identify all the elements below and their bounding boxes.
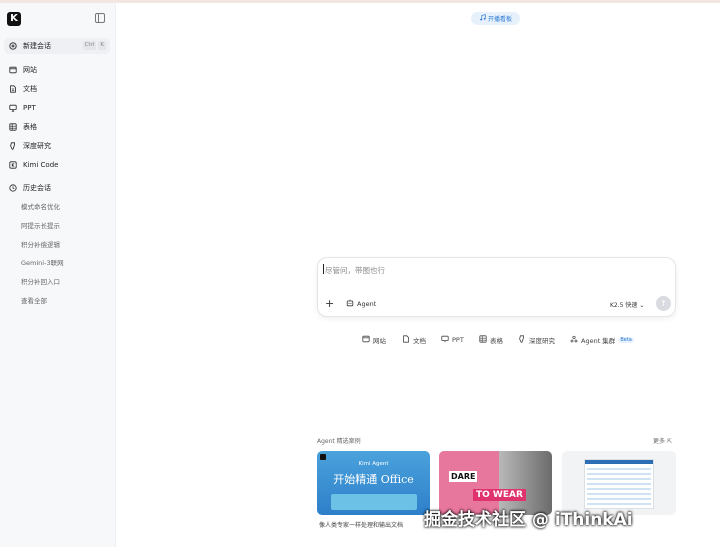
quick-action-label: Agent 集群 — [581, 337, 616, 345]
sidebar-item-table[interactable]: 表格 — [4, 119, 112, 135]
shortcut-key: K — [98, 41, 106, 50]
expand-icon: ⇱ — [666, 438, 672, 445]
sidebar-item-kimi-code[interactable]: Kimi Code — [4, 157, 112, 173]
sheet-row — [587, 483, 651, 485]
quick-action-label: 深度研究 — [529, 337, 555, 345]
document-icon — [8, 85, 17, 94]
agent-label: Agent — [357, 300, 377, 308]
case-card-office[interactable]: Kimi Agent 开始精通 Office — [317, 451, 430, 515]
quick-action-label: 表格 — [490, 337, 503, 345]
sidebar-item-label: 网站 — [23, 66, 37, 74]
sidebar-item-label: 深度研究 — [23, 142, 51, 150]
history-section-header[interactable]: 历史会话 — [4, 180, 112, 196]
table-icon — [8, 123, 17, 132]
research-icon — [518, 335, 526, 345]
kimi-logo[interactable]: K — [7, 12, 21, 26]
sidebar-item-deep-research[interactable]: 深度研究 — [4, 138, 112, 154]
model-label: K2.5 快速 — [610, 302, 638, 309]
sheet-row — [587, 498, 651, 500]
quick-action-deep-research[interactable]: 深度研究 — [518, 335, 555, 345]
top-badge[interactable]: 开播看板 — [471, 12, 520, 25]
table-icon — [479, 335, 487, 345]
music-icon — [479, 14, 486, 23]
chat-input-placeholder[interactable]: 尽管问，带图也行 — [325, 265, 385, 276]
sidebar-item-label: Kimi Code — [23, 161, 59, 169]
case-card-caption: 像人类专家一样处理和输出文档 — [319, 522, 404, 529]
beta-badge: Beta — [618, 337, 634, 343]
chat-input-box[interactable]: 尽管问，带图也行 + Agent K2.5 快速 ⌄ ↑ — [317, 257, 676, 317]
text-cursor — [323, 264, 324, 274]
more-label: 更多 — [653, 438, 666, 445]
send-button[interactable]: ↑ — [656, 296, 671, 311]
agent-toggle-button[interactable]: Agent — [346, 299, 376, 309]
sidebar-item-label: PPT — [23, 104, 36, 112]
sheet-row — [587, 478, 651, 480]
sheet-row — [587, 493, 651, 495]
quick-action-label: PPT — [452, 336, 464, 344]
quick-action-website[interactable]: 网站 — [362, 335, 386, 345]
new-chat-label: 新建会话 — [23, 42, 51, 50]
case-card-headline: TO WEAR — [473, 489, 526, 501]
quick-action-label: 网站 — [373, 337, 386, 345]
kimi-logo — [320, 454, 326, 460]
sidebar-item-label: 文档 — [23, 85, 37, 93]
top-badge-label: 开播看板 — [487, 16, 512, 23]
model-selector[interactable]: K2.5 快速 ⌄ — [610, 300, 644, 309]
history-item[interactable]: 模式命名优化 — [21, 201, 60, 211]
quick-action-agent-cluster[interactable]: Agent 集群 Beta — [570, 335, 634, 345]
quick-action-label: 文档 — [413, 337, 426, 345]
sheet-row — [587, 488, 651, 490]
history-item[interactable]: 阿提示长提示 — [21, 220, 60, 230]
sidebar-item-website[interactable]: 网站 — [4, 62, 112, 78]
plus-circle-icon — [8, 42, 17, 51]
chevron-down-icon: ⌄ — [639, 302, 645, 309]
sidebar-item-document[interactable]: 文档 — [4, 81, 112, 97]
quick-action-document[interactable]: 文档 — [402, 335, 426, 345]
case-card-headline: DARE — [449, 471, 478, 482]
slides-icon — [8, 104, 17, 113]
history-label: 历史会话 — [23, 184, 51, 192]
browser-icon — [362, 335, 370, 345]
research-icon — [8, 142, 17, 151]
more-cases-link[interactable]: 更多 ⇱ — [653, 436, 672, 445]
attach-plus-button[interactable]: + — [325, 297, 334, 310]
sheet-row — [587, 468, 651, 470]
arrow-up-icon: ↑ — [660, 299, 667, 308]
document-icon — [402, 335, 410, 345]
sidebar: K 新建会话 Ctrl K 网站 文档 PPT 表格 深度研究 Kimi Cod… — [0, 3, 116, 547]
sheet-header — [585, 460, 653, 464]
code-icon — [8, 161, 17, 170]
sidebar-collapse-icon[interactable] — [95, 13, 105, 23]
quick-action-ppt[interactable]: PPT — [441, 335, 464, 345]
sidebar-item-ppt[interactable]: PPT — [4, 100, 112, 116]
new-chat-button[interactable]: 新建会话 Ctrl K — [4, 38, 110, 54]
shortcut-key: Ctrl — [82, 41, 97, 50]
agent-icon — [346, 299, 354, 309]
history-item[interactable]: 积分补回入口 — [21, 276, 60, 286]
spreadsheet-preview — [584, 459, 654, 509]
view-all-history-link[interactable]: 查看全部 — [21, 295, 47, 305]
cases-section-title: Agent 精选案例 — [317, 438, 361, 445]
shortcut-hint: Ctrl K — [82, 41, 106, 50]
case-card-title: 开始精通 Office — [333, 473, 414, 486]
cluster-icon — [570, 335, 578, 345]
history-item[interactable]: Gemini-3联网 — [21, 257, 64, 267]
office-illustration — [331, 494, 417, 510]
slides-icon — [441, 335, 449, 345]
case-card-subtitle: Kimi Agent — [358, 461, 389, 467]
sidebar-item-label: 表格 — [23, 123, 37, 131]
quick-action-table[interactable]: 表格 — [479, 335, 503, 345]
watermark: 掘金技术社区 @ iThinkAi — [424, 510, 633, 530]
clock-icon — [8, 184, 17, 193]
history-item[interactable]: 积分补偿逻辑 — [21, 239, 60, 249]
browser-icon — [8, 66, 17, 75]
sheet-row — [587, 473, 651, 475]
